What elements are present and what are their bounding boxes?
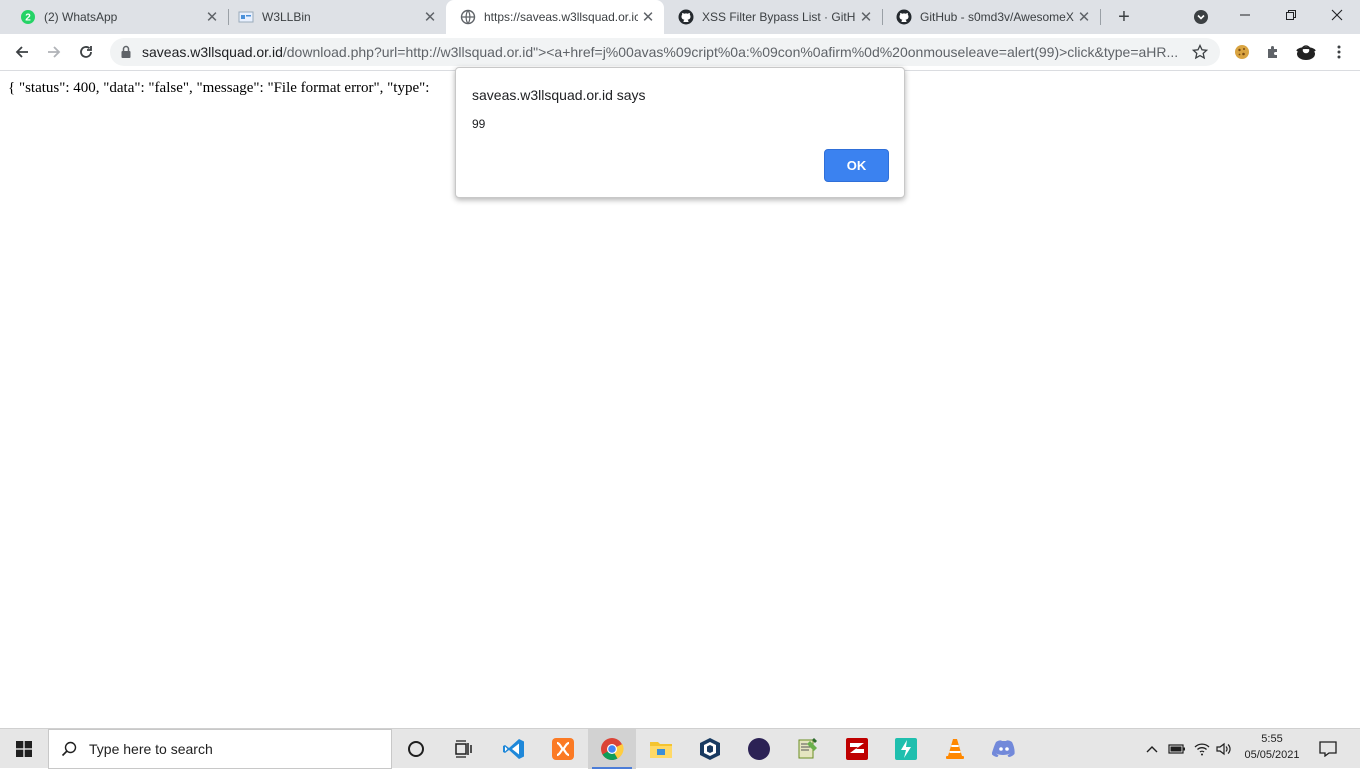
windows-logo-icon	[16, 741, 32, 757]
browser-toolbar: saveas.w3llsquad.or.id/download.php?url=…	[0, 34, 1360, 71]
restore-button[interactable]	[1268, 0, 1314, 30]
profile-avatar[interactable]	[1294, 42, 1318, 62]
new-tab-button[interactable]: +	[1112, 5, 1136, 29]
notification-center-button[interactable]	[1310, 729, 1346, 769]
battery-icon[interactable]	[1166, 729, 1188, 769]
tab-w3llbin[interactable]: W3LLBin ✕	[224, 0, 446, 34]
address-bar[interactable]: saveas.w3llsquad.or.id/download.php?url=…	[110, 38, 1220, 66]
tab-badge: 2	[25, 13, 31, 24]
reload-button[interactable]	[72, 38, 100, 66]
cookie-extension-icon[interactable]	[1232, 42, 1252, 62]
minimize-icon	[1240, 14, 1250, 16]
notepad-plus-plus-icon[interactable]	[784, 729, 832, 769]
github-icon	[896, 9, 912, 25]
vscode-icon[interactable]	[490, 729, 538, 769]
whatsapp-icon: 2	[20, 9, 36, 25]
tab-title: https://saveas.w3llsquad.or.ic	[484, 10, 638, 24]
windows-taskbar: Type here to search 5:55 05/05/2021	[0, 728, 1360, 769]
eclipse-icon[interactable]	[735, 729, 783, 769]
system-clock[interactable]: 5:55 05/05/2021	[1236, 731, 1308, 767]
restore-icon	[1286, 10, 1296, 20]
vlc-icon[interactable]	[931, 729, 979, 769]
lock-icon	[120, 45, 134, 59]
close-icon[interactable]: ✕	[1074, 7, 1094, 27]
close-icon	[1331, 9, 1343, 21]
minimize-button[interactable]	[1222, 0, 1268, 30]
tab-title: W3LLBin	[262, 10, 311, 24]
reload-icon	[80, 46, 92, 58]
tab-divider	[1100, 9, 1101, 25]
volume-icon[interactable]	[1214, 729, 1234, 769]
extensions-puzzle-icon[interactable]	[1263, 42, 1283, 62]
avatar-icon	[1296, 45, 1316, 60]
forward-button[interactable]	[40, 38, 68, 66]
close-icon[interactable]: ✕	[856, 7, 876, 27]
ok-button[interactable]: OK	[824, 149, 889, 182]
file-explorer-icon[interactable]	[637, 729, 685, 769]
tab-active-saveas[interactable]: https://saveas.w3llsquad.or.ic ✕	[446, 0, 664, 34]
alert-dialog: saveas.w3llsquad.or.id says 99 OK	[455, 67, 905, 198]
tab-search-button[interactable]	[1190, 7, 1212, 27]
more-vertical-icon	[1337, 45, 1341, 59]
search-placeholder: Type here to search	[89, 741, 213, 757]
virtualbox-icon[interactable]	[686, 729, 734, 769]
address-url: saveas.w3llsquad.or.id/download.php?url=…	[142, 44, 1188, 60]
close-icon[interactable]: ✕	[420, 7, 440, 27]
notification-icon	[1319, 741, 1337, 757]
close-icon[interactable]: ✕	[638, 7, 658, 27]
arrow-left-icon	[15, 46, 28, 58]
cortana-icon[interactable]	[392, 729, 440, 769]
filezilla-icon[interactable]	[833, 729, 881, 769]
dialog-message: 99	[472, 117, 486, 131]
power-automate-icon[interactable]	[882, 729, 930, 769]
close-window-button[interactable]	[1314, 0, 1360, 30]
json-response-text: { "status": 400, "data": "false", "messa…	[8, 80, 430, 96]
xampp-icon[interactable]	[539, 729, 587, 769]
tab-title: GitHub - s0md3v/AwesomeX	[920, 10, 1074, 24]
bookmark-star-icon[interactable]	[1188, 44, 1212, 60]
chrome-menu-button[interactable]	[1329, 42, 1349, 62]
clock-date: 05/05/2021	[1244, 749, 1300, 761]
back-button[interactable]	[8, 38, 36, 66]
tab-awesomex[interactable]: GitHub - s0md3v/AwesomeX ✕	[882, 0, 1100, 34]
chevron-up-icon[interactable]	[1143, 729, 1161, 769]
address-host: saveas.w3llsquad.or.id	[142, 44, 283, 60]
tab-title: (2) WhatsApp	[44, 10, 118, 24]
close-icon[interactable]: ✕	[202, 7, 222, 27]
tab-whatsapp[interactable]: 2 (2) WhatsApp ✕	[6, 0, 228, 34]
chrome-icon[interactable]	[588, 729, 636, 769]
tab-title: XSS Filter Bypass List · GitHub	[702, 10, 856, 24]
globe-icon	[460, 9, 476, 25]
tab-strip: 2 (2) WhatsApp ✕ W3LLBin ✕ https://savea…	[0, 0, 1360, 34]
address-path: /download.php?url=http://w3llsquad.or.id…	[282, 44, 1179, 60]
wifi-icon[interactable]	[1192, 729, 1212, 769]
discord-icon[interactable]	[980, 729, 1028, 769]
chevron-down-icon	[1194, 10, 1208, 24]
search-icon	[61, 741, 81, 757]
start-button[interactable]	[0, 729, 48, 769]
arrow-right-icon	[48, 46, 61, 58]
tab-xss-filter[interactable]: XSS Filter Bypass List · GitHub ✕	[664, 0, 882, 34]
clock-time: 5:55	[1261, 733, 1283, 745]
task-view-icon[interactable]	[440, 729, 488, 769]
github-icon	[678, 9, 694, 25]
taskbar-search-box[interactable]: Type here to search	[48, 729, 392, 769]
dialog-title: saveas.w3llsquad.or.id says	[472, 87, 646, 103]
w3llbin-icon	[238, 9, 254, 25]
